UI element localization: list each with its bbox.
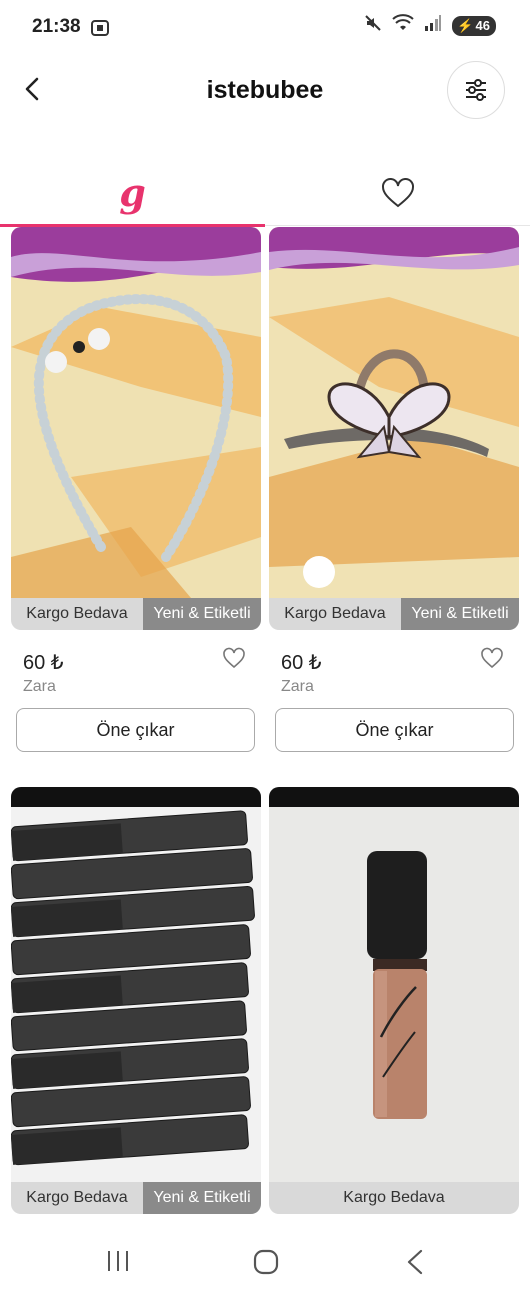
badge-row: Kargo Bedava Yeni & Etiketli (11, 598, 261, 630)
status-icons: ⚡ 46 (364, 14, 496, 37)
system-nav-bar (0, 1225, 530, 1295)
new-with-tags-badge: Yeni & Etiketli (401, 598, 519, 630)
lipstick-photo (269, 787, 519, 1182)
sliders-icon (466, 79, 486, 101)
new-with-tags-badge: Yeni & Etiketli (143, 598, 261, 630)
home-icon (253, 1249, 279, 1275)
product-card[interactable]: Kargo Bedava Yeni & Etiketli 60 ₺ Zara (269, 227, 519, 710)
bolt-icon: ⚡ (457, 17, 474, 33)
product-image[interactable] (11, 787, 261, 1182)
headband-photo (11, 227, 261, 598)
product-card[interactable]: Kargo Bedava (269, 787, 519, 1214)
badge-row: Kargo Bedava Yeni & Etiketli (11, 1182, 261, 1214)
battery-badge: ⚡ 46 (452, 15, 496, 36)
tab-listings[interactable]: g (0, 162, 265, 224)
free-shipping-badge: Kargo Bedava (11, 1182, 143, 1214)
battery-level: 46 (475, 18, 490, 33)
new-with-tags-badge: Yeni & Etiketli (143, 1182, 261, 1214)
badge-row: Kargo Bedava (269, 1182, 519, 1214)
screenshot-icon (90, 18, 110, 43)
product-brand: Zara (281, 678, 314, 695)
filter-button[interactable] (447, 61, 505, 119)
recents-icon (108, 1251, 128, 1271)
eyeshadow-pencils-photo (11, 787, 261, 1182)
home-button[interactable] (253, 1249, 279, 1280)
g-logo-icon: g (119, 170, 146, 215)
product-image[interactable] (269, 787, 519, 1182)
product-brand: Zara (23, 678, 56, 695)
heart-icon (381, 178, 414, 208)
free-shipping-badge: Kargo Bedava (269, 1182, 519, 1214)
like-button[interactable] (480, 647, 504, 669)
wifi-icon (392, 14, 415, 37)
product-price: 60 ₺ (281, 652, 322, 674)
system-back-button[interactable] (405, 1249, 425, 1280)
like-button[interactable] (222, 647, 246, 669)
recent-apps-button[interactable] (106, 1249, 132, 1278)
product-card[interactable]: Kargo Bedava Yeni & Etiketli (11, 787, 261, 1214)
hair-clip-photo (269, 227, 519, 598)
heart-outline-icon (223, 647, 245, 669)
boost-button[interactable]: Öne çıkar (16, 708, 255, 752)
product-price: 60 ₺ (23, 652, 64, 674)
product-image[interactable] (11, 227, 261, 598)
free-shipping-badge: Kargo Bedava (11, 598, 143, 630)
free-shipping-badge: Kargo Bedava (269, 598, 401, 630)
badge-row: Kargo Bedava Yeni & Etiketli (269, 598, 519, 630)
signal-icon (424, 14, 442, 37)
status-time: 21:38 (32, 16, 81, 37)
heart-outline-icon (481, 647, 503, 669)
product-image[interactable] (269, 227, 519, 598)
mute-icon (364, 14, 382, 37)
boost-button[interactable]: Öne çıkar (275, 708, 514, 752)
tab-divider (265, 225, 530, 226)
back-arrow-icon (407, 1249, 423, 1275)
tab-favorites[interactable] (265, 162, 530, 224)
product-card[interactable]: Kargo Bedava Yeni & Etiketli 60 ₺ Zara (11, 227, 261, 710)
